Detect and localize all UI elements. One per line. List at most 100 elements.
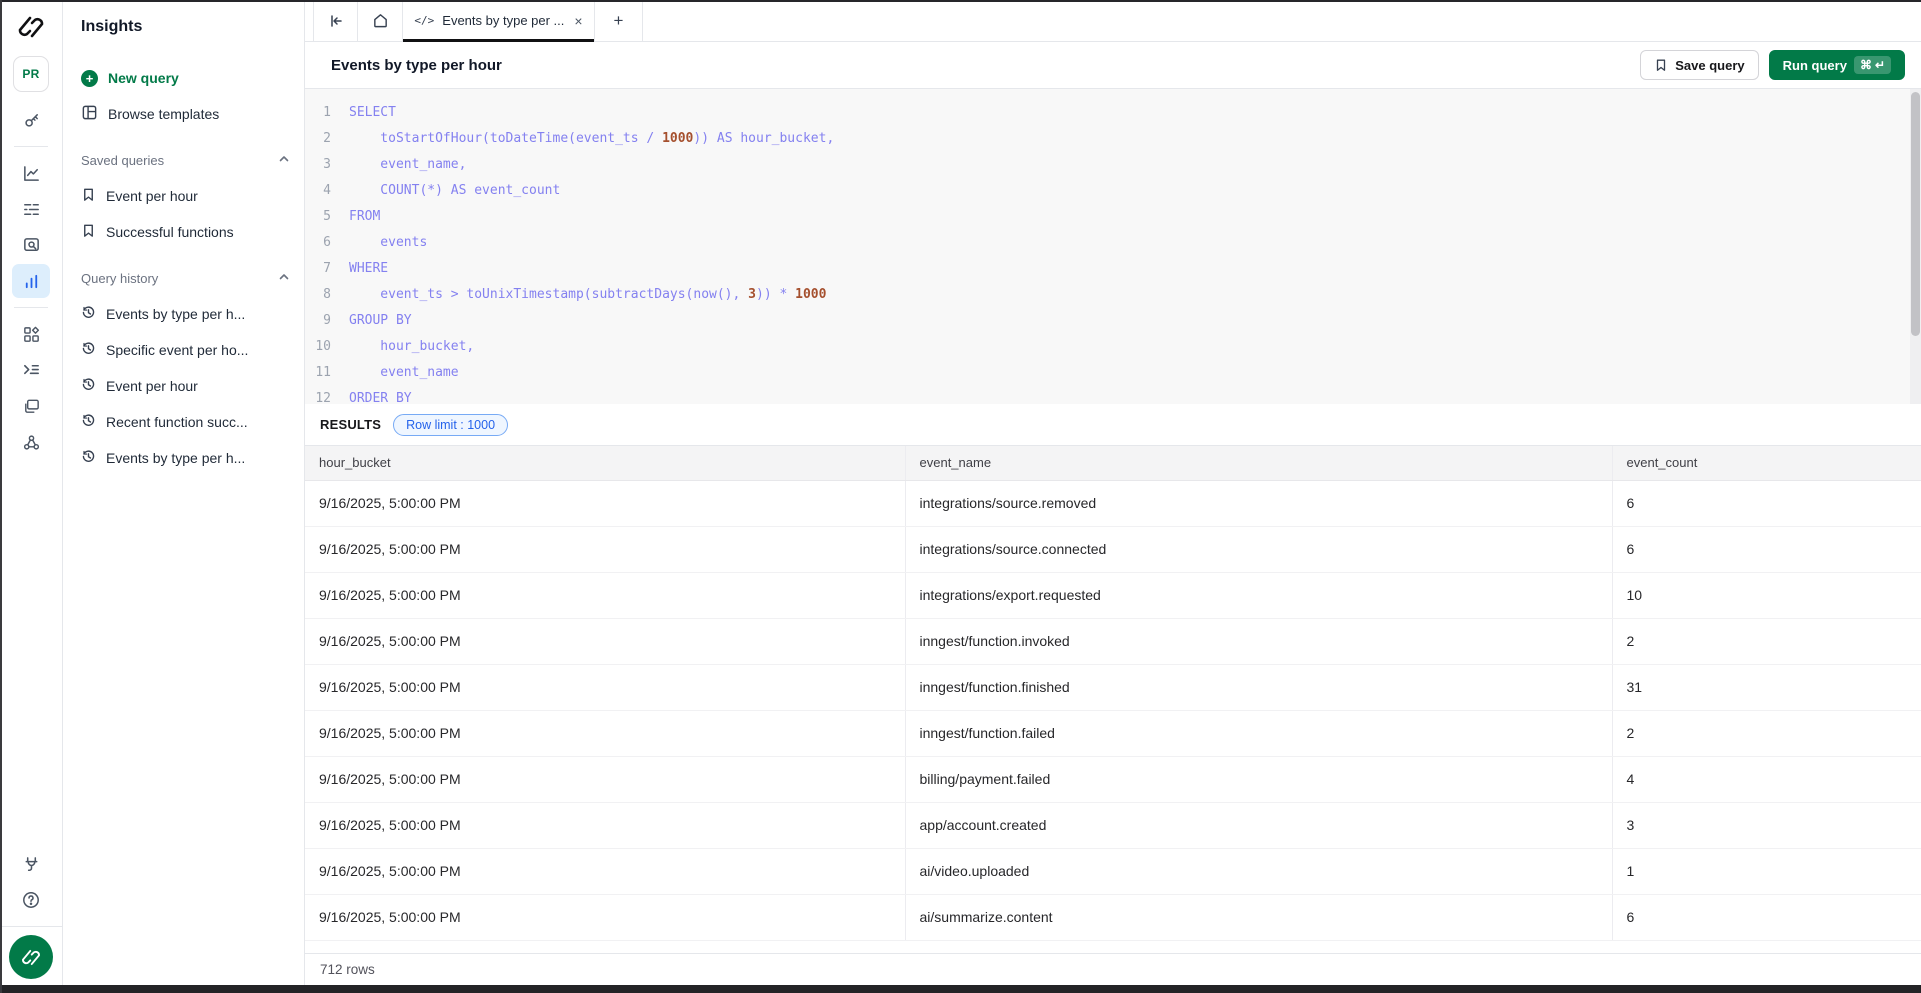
editor-scrollbar-thumb[interactable] [1911, 92, 1920, 336]
history-item[interactable]: Events by type per h... [81, 440, 290, 476]
sql-editor[interactable]: 1 SELECT 2 toStartOfHour(toDateTime(even… [305, 89, 1921, 404]
runs-icon[interactable] [12, 192, 50, 226]
code-line: 4 COUNT(*) AS event_count [305, 178, 1921, 204]
cell-event-count: 2 [1612, 710, 1921, 756]
insights-icon[interactable] [12, 264, 50, 298]
code-line: 7 WHERE [305, 256, 1921, 282]
code-line: 9 GROUP BY [305, 308, 1921, 334]
table-row[interactable]: 9/16/2025, 5:00:00 PM integrations/sourc… [305, 480, 1921, 526]
code-text: COUNT(*) AS event_count [349, 178, 560, 204]
code-text: hour_bucket, [349, 334, 474, 360]
cell-event-name: app/account.created [905, 802, 1612, 848]
code-lines: 1 SELECT 2 toStartOfHour(toDateTime(even… [305, 100, 1921, 404]
new-tab-button[interactable]: + [595, 0, 643, 41]
environments-icon[interactable] [12, 389, 50, 423]
chevron-up-icon [278, 271, 290, 286]
history-item[interactable]: Recent function succ... [81, 404, 290, 440]
templates-icon [81, 104, 98, 124]
table-header-row: hour_bucket event_name event_count [305, 446, 1921, 480]
history-item[interactable]: Event per hour [81, 368, 290, 404]
apps-icon[interactable] [12, 317, 50, 351]
cell-event-name: inngest/function.finished [905, 664, 1612, 710]
code-text: WHERE [349, 256, 388, 282]
cell-event-count: 2 [1612, 618, 1921, 664]
saved-queries-list: Event per hour Successful functions [81, 178, 290, 250]
tab-bar: </> Events by type per ... × + [305, 0, 1921, 42]
cell-event-count: 1 [1612, 848, 1921, 894]
collapse-sidebar-button[interactable] [313, 0, 358, 41]
code-icon: </> [414, 14, 434, 27]
query-title: Events by type per hour [331, 57, 502, 74]
help-icon[interactable] [12, 883, 50, 917]
cell-event-name: ai/summarize.content [905, 894, 1612, 940]
close-tab-icon[interactable]: × [574, 13, 582, 29]
window-left-edge [0, 0, 2, 993]
column-header-event-name[interactable]: event_name [905, 446, 1612, 480]
line-number: 5 [305, 204, 349, 230]
table-row[interactable]: 9/16/2025, 5:00:00 PM app/account.create… [305, 802, 1921, 848]
row-limit-badge[interactable]: Row limit : 1000 [393, 414, 508, 436]
bookmark-icon [81, 223, 96, 241]
terminal-icon[interactable] [12, 353, 50, 387]
saved-queries-section-header[interactable]: Saved queries [81, 148, 290, 172]
line-number: 11 [305, 360, 349, 386]
query-history-section-header[interactable]: Query history [81, 266, 290, 290]
enter-key-icon: ↵ [1875, 58, 1885, 72]
table-row[interactable]: 9/16/2025, 5:00:00 PM ai/summarize.conte… [305, 894, 1921, 940]
cell-hour-bucket: 9/16/2025, 5:00:00 PM [305, 756, 905, 802]
query-history-list: Events by type per h... Specific event p… [81, 296, 290, 476]
code-text: FROM [349, 204, 380, 230]
new-query-button[interactable]: + New query [81, 60, 290, 96]
save-query-button[interactable]: Save query [1640, 50, 1758, 80]
browse-templates-button[interactable]: Browse templates [81, 96, 290, 132]
saved-query-item[interactable]: Event per hour [81, 178, 290, 214]
metrics-icon[interactable] [12, 156, 50, 190]
cell-event-count: 6 [1612, 480, 1921, 526]
inngest-logo-icon [16, 14, 46, 40]
column-header-hour-bucket[interactable]: hour_bucket [305, 446, 905, 480]
history-item-label: Events by type per h... [106, 306, 245, 322]
run-query-button[interactable]: Run query ⌘ ↵ [1769, 50, 1905, 80]
cell-hour-bucket: 9/16/2025, 5:00:00 PM [305, 480, 905, 526]
column-header-event-count[interactable]: event_count [1612, 446, 1921, 480]
table-row[interactable]: 9/16/2025, 5:00:00 PM ai/video.uploaded … [305, 848, 1921, 894]
table-row[interactable]: 9/16/2025, 5:00:00 PM inngest/function.i… [305, 618, 1921, 664]
history-item-label: Event per hour [106, 378, 198, 394]
run-query-label: Run query [1783, 58, 1847, 73]
line-number: 12 [305, 386, 349, 404]
table-row[interactable]: 9/16/2025, 5:00:00 PM integrations/expor… [305, 572, 1921, 618]
line-number: 2 [305, 126, 349, 152]
history-item[interactable]: Specific event per ho... [81, 332, 290, 368]
workspace-avatar[interactable]: PR [13, 56, 49, 92]
code-line: 2 toStartOfHour(toDateTime(event_ts / 10… [305, 126, 1921, 152]
code-text: event_ts > toUnixTimestamp(subtractDays(… [349, 282, 826, 308]
history-clock-icon [81, 449, 96, 467]
cell-hour-bucket: 9/16/2025, 5:00:00 PM [305, 848, 905, 894]
table-row[interactable]: 9/16/2025, 5:00:00 PM inngest/function.f… [305, 710, 1921, 756]
integrations-plug-icon[interactable] [12, 847, 50, 881]
rail-divider [14, 146, 48, 147]
history-clock-icon [81, 341, 96, 359]
history-item[interactable]: Events by type per h... [81, 296, 290, 332]
table-row[interactable]: 9/16/2025, 5:00:00 PM integrations/sourc… [305, 526, 1921, 572]
table-row[interactable]: 9/16/2025, 5:00:00 PM inngest/function.f… [305, 664, 1921, 710]
cell-event-count: 6 [1612, 526, 1921, 572]
events-search-icon[interactable] [12, 228, 50, 262]
saved-query-item[interactable]: Successful functions [81, 214, 290, 250]
cell-event-name: integrations/source.connected [905, 526, 1612, 572]
keys-icon[interactable] [12, 103, 50, 137]
table-row[interactable]: 9/16/2025, 5:00:00 PM billing/payment.fa… [305, 756, 1921, 802]
browse-templates-label: Browse templates [108, 106, 219, 122]
home-tab-button[interactable] [358, 0, 403, 41]
section-label: Query history [81, 271, 158, 286]
webhook-icon[interactable] [12, 425, 50, 459]
code-text: event_name [349, 360, 459, 386]
bookmark-icon [81, 187, 96, 205]
editor-scrollbar[interactable] [1910, 89, 1921, 404]
cell-hour-bucket: 9/16/2025, 5:00:00 PM [305, 664, 905, 710]
code-text: toStartOfHour(toDateTime(event_ts / 1000… [349, 126, 834, 152]
tab-events-by-type[interactable]: </> Events by type per ... × [403, 0, 595, 41]
tab-label: Events by type per ... [442, 13, 564, 28]
user-avatar[interactable] [9, 935, 53, 979]
main-area: </> Events by type per ... × + Events by… [305, 0, 1921, 993]
